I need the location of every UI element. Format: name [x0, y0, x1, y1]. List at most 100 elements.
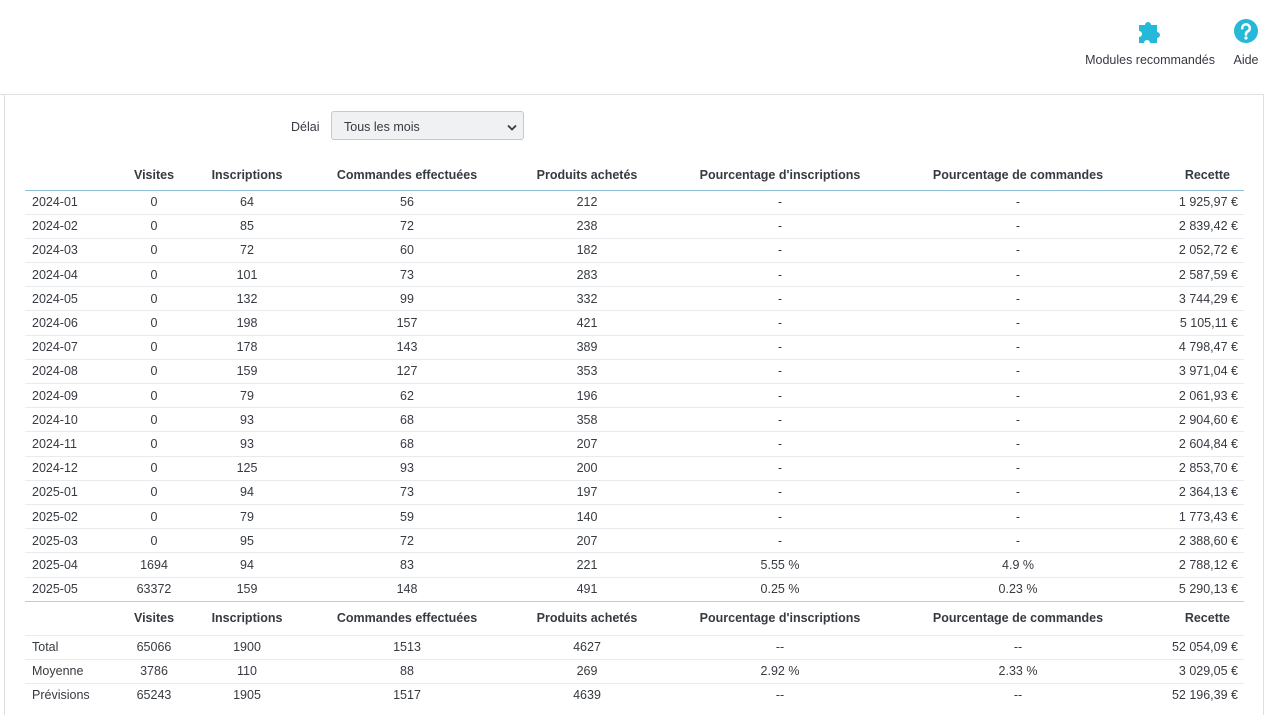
table-cell: 59: [400, 509, 414, 524]
table-cell: -: [1015, 291, 1021, 306]
period-select[interactable]: Tous les mois: [331, 111, 524, 140]
table-cell: 0: [150, 412, 158, 427]
table-cell: 0.25 %: [760, 582, 800, 597]
table-cell: -: [1015, 340, 1021, 355]
column-header: Produits achetés: [536, 611, 638, 626]
table-cell: -: [777, 219, 783, 234]
table-cell: 0: [150, 436, 158, 451]
table-cell: 0: [150, 267, 158, 282]
table-cell: 73: [400, 267, 414, 282]
period-filter-label: Délai: [291, 120, 320, 134]
table-cell: 64: [240, 195, 254, 210]
table-cell: 283: [576, 267, 598, 282]
table-cell: 2 061,93 €: [1178, 388, 1238, 403]
table-row: 2025-03 0 95 72 207 - - 2 388,60 €: [25, 529, 1244, 553]
table-cell: -: [777, 533, 783, 548]
stats-panel: Délai Tous les mois Visites Inscriptions…: [4, 95, 1264, 715]
table-cell: 353: [576, 364, 598, 379]
column-header: Pourcentage de commandes: [932, 611, 1104, 626]
summary-row: Total 65066 1900 1513 4627 -- -- 52 054,09 €: [25, 635, 1244, 660]
help-button[interactable]: Aide: [1233, 18, 1259, 67]
column-header: Produits achetés: [536, 168, 638, 183]
table-cell: -: [777, 340, 783, 355]
period-filter: Délai Tous les mois: [5, 111, 1263, 143]
column-header: Recette: [1184, 611, 1230, 626]
column-header: Pourcentage d'inscriptions: [699, 611, 861, 626]
table-cell: 2025-05: [32, 582, 78, 597]
table-cell: 5 105,11 €: [1179, 316, 1238, 331]
table-row: 2025-02 0 79 59 140 - - 1 773,43 €: [25, 504, 1244, 529]
table-cell: 143: [396, 340, 418, 355]
table-cell: -: [777, 509, 783, 524]
table-cell: 73: [400, 485, 414, 500]
table-cell: 2 839,42 €: [1178, 219, 1238, 234]
column-header: Recette: [1184, 168, 1230, 183]
table-cell: 1513: [393, 640, 421, 655]
table-cell: 269: [576, 664, 598, 679]
table-cell: 0: [150, 364, 158, 379]
table-cell: 2 853,70 €: [1178, 461, 1238, 476]
table-cell: 94: [240, 557, 254, 572]
table-cell: 0: [150, 316, 158, 331]
table-cell: -: [777, 364, 783, 379]
table-cell: 56: [400, 195, 414, 210]
table-cell: -: [777, 461, 783, 476]
table-cell: -: [1015, 461, 1021, 476]
period-select-value: Tous les mois: [344, 120, 420, 134]
table-cell: -: [777, 316, 783, 331]
table-cell: 62: [400, 388, 414, 403]
column-header: Pourcentage de commandes: [932, 168, 1104, 183]
table-cell: 197: [576, 485, 598, 500]
table-cell: 207: [576, 436, 598, 451]
table-cell: 5.55 %: [760, 557, 800, 572]
table-cell: 1 925,97 €: [1178, 195, 1238, 210]
table-row: 2024-03 0 72 60 182 - - 2 052,72 €: [25, 238, 1244, 263]
table-cell: -: [1015, 533, 1021, 548]
table-cell: 2 788,12 €: [1178, 557, 1238, 572]
table-cell: Prévisions: [32, 688, 90, 703]
stats-table: Visites Inscriptions Commandes effectuée…: [25, 161, 1244, 707]
recommended-modules-button[interactable]: Modules recommandés: [1085, 18, 1215, 67]
table-cell: -: [777, 388, 783, 403]
table-row: 2024-11 0 93 68 207 - - 2 604,84 €: [25, 432, 1244, 457]
table-cell: 1 773,43 €: [1178, 509, 1238, 524]
table-cell: 2025-04: [32, 557, 78, 572]
table-cell: -: [1015, 388, 1021, 403]
table-cell: 52 054,09 €: [1171, 640, 1238, 655]
table-cell: 148: [396, 582, 418, 597]
table-cell: 196: [576, 388, 598, 403]
table-cell: 238: [576, 219, 598, 234]
table-cell: 332: [576, 291, 598, 306]
table-cell: 491: [576, 582, 598, 597]
table-cell: -: [777, 243, 783, 258]
puzzle-icon: [1136, 18, 1164, 44]
table-cell: 198: [236, 316, 258, 331]
table-cell: 72: [400, 219, 414, 234]
table-cell: 2024-07: [32, 340, 78, 355]
table-cell: 1517: [393, 688, 421, 703]
table-cell: 2024-03: [32, 243, 78, 258]
table-cell: -: [777, 436, 783, 451]
column-header: Commandes effectuées: [336, 168, 478, 183]
toolbar-actions: Modules recommandés Aide: [1085, 18, 1259, 67]
table-cell: --: [775, 640, 785, 655]
table-cell: -: [1015, 412, 1021, 427]
table-cell: -: [1015, 509, 1021, 524]
table-cell: 60: [400, 243, 414, 258]
table-cell: 4.9 %: [1002, 557, 1034, 572]
table-cell: 140: [576, 509, 598, 524]
table-cell: 2024-09: [32, 388, 78, 403]
table-cell: 0: [150, 243, 158, 258]
table-cell: 0: [150, 195, 158, 210]
table-cell: 2025-01: [32, 485, 78, 500]
table-cell: 0: [150, 219, 158, 234]
table-cell: -: [777, 267, 783, 282]
table-cell: 68: [400, 412, 414, 427]
table-cell: 68: [400, 436, 414, 451]
table-row: 2024-10 0 93 68 358 - - 2 904,60 €: [25, 408, 1244, 432]
table-cell: -: [777, 291, 783, 306]
table-header: Visites Inscriptions Commandes effectuée…: [25, 161, 1244, 190]
table-row: 2024-02 0 85 72 238 - - 2 839,42 €: [25, 214, 1244, 239]
column-header: Pourcentage d'inscriptions: [699, 168, 861, 183]
table-cell: -: [1015, 364, 1021, 379]
